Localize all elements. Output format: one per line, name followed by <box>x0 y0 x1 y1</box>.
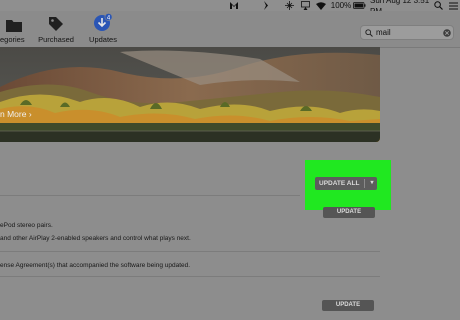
magnifier-icon <box>365 29 373 37</box>
tag-icon <box>36 12 76 32</box>
update-all-label: UPDATE ALL <box>319 180 360 187</box>
battery-icon[interactable] <box>353 0 366 11</box>
menu-bar: 100% Sun Aug 12 3:51 PM <box>0 0 460 16</box>
folder-icon <box>0 12 28 32</box>
tab-categories[interactable]: egories <box>0 12 28 46</box>
spotlight-search-icon[interactable] <box>433 0 443 11</box>
list-icon[interactable] <box>448 0 458 11</box>
learn-more-link[interactable]: n More › <box>0 109 32 119</box>
search-field[interactable]: mail <box>360 25 454 40</box>
tab-label: Updates <box>89 35 117 44</box>
tab-updates[interactable]: 4 Updates <box>86 12 120 46</box>
wifi-icon[interactable] <box>316 0 326 11</box>
tab-purchased[interactable]: Purchased <box>36 12 76 46</box>
tab-label: egories <box>0 35 25 44</box>
divider <box>0 195 300 196</box>
update-button[interactable]: UPDATE <box>322 300 374 311</box>
satellite-icon[interactable] <box>284 0 294 11</box>
clear-icon[interactable] <box>443 28 451 37</box>
divider <box>0 276 380 277</box>
dropdown-arrow-icon[interactable]: ▾ <box>367 177 377 190</box>
airplay-icon[interactable] <box>300 0 310 11</box>
license-agreement-text: ense Agreement(s) that accompanied the s… <box>0 262 191 269</box>
tab-label: Purchased <box>38 35 74 44</box>
update-description-line: ePod stereo pairs. <box>0 222 53 229</box>
update-button[interactable]: UPDATE <box>323 207 375 218</box>
hero-banner[interactable]: n More › <box>0 47 380 142</box>
clock[interactable]: Sun Aug 12 3:51 PM <box>370 0 434 16</box>
landscape-image <box>0 47 380 142</box>
updates-icon: 4 <box>86 12 120 32</box>
bolt-icon[interactable] <box>261 0 271 11</box>
malwarebytes-icon[interactable] <box>228 0 240 11</box>
toolbar: egories Purchased 4 Updates mail <box>0 11 460 48</box>
battery-percent: 100% <box>330 1 352 10</box>
button-separator <box>364 179 365 188</box>
update-description-line: and other AirPlay 2-enabled speakers and… <box>0 235 191 242</box>
update-all-button[interactable]: UPDATE ALL ▾ <box>315 177 377 190</box>
divider <box>0 251 380 252</box>
search-input[interactable]: mail <box>376 26 391 39</box>
